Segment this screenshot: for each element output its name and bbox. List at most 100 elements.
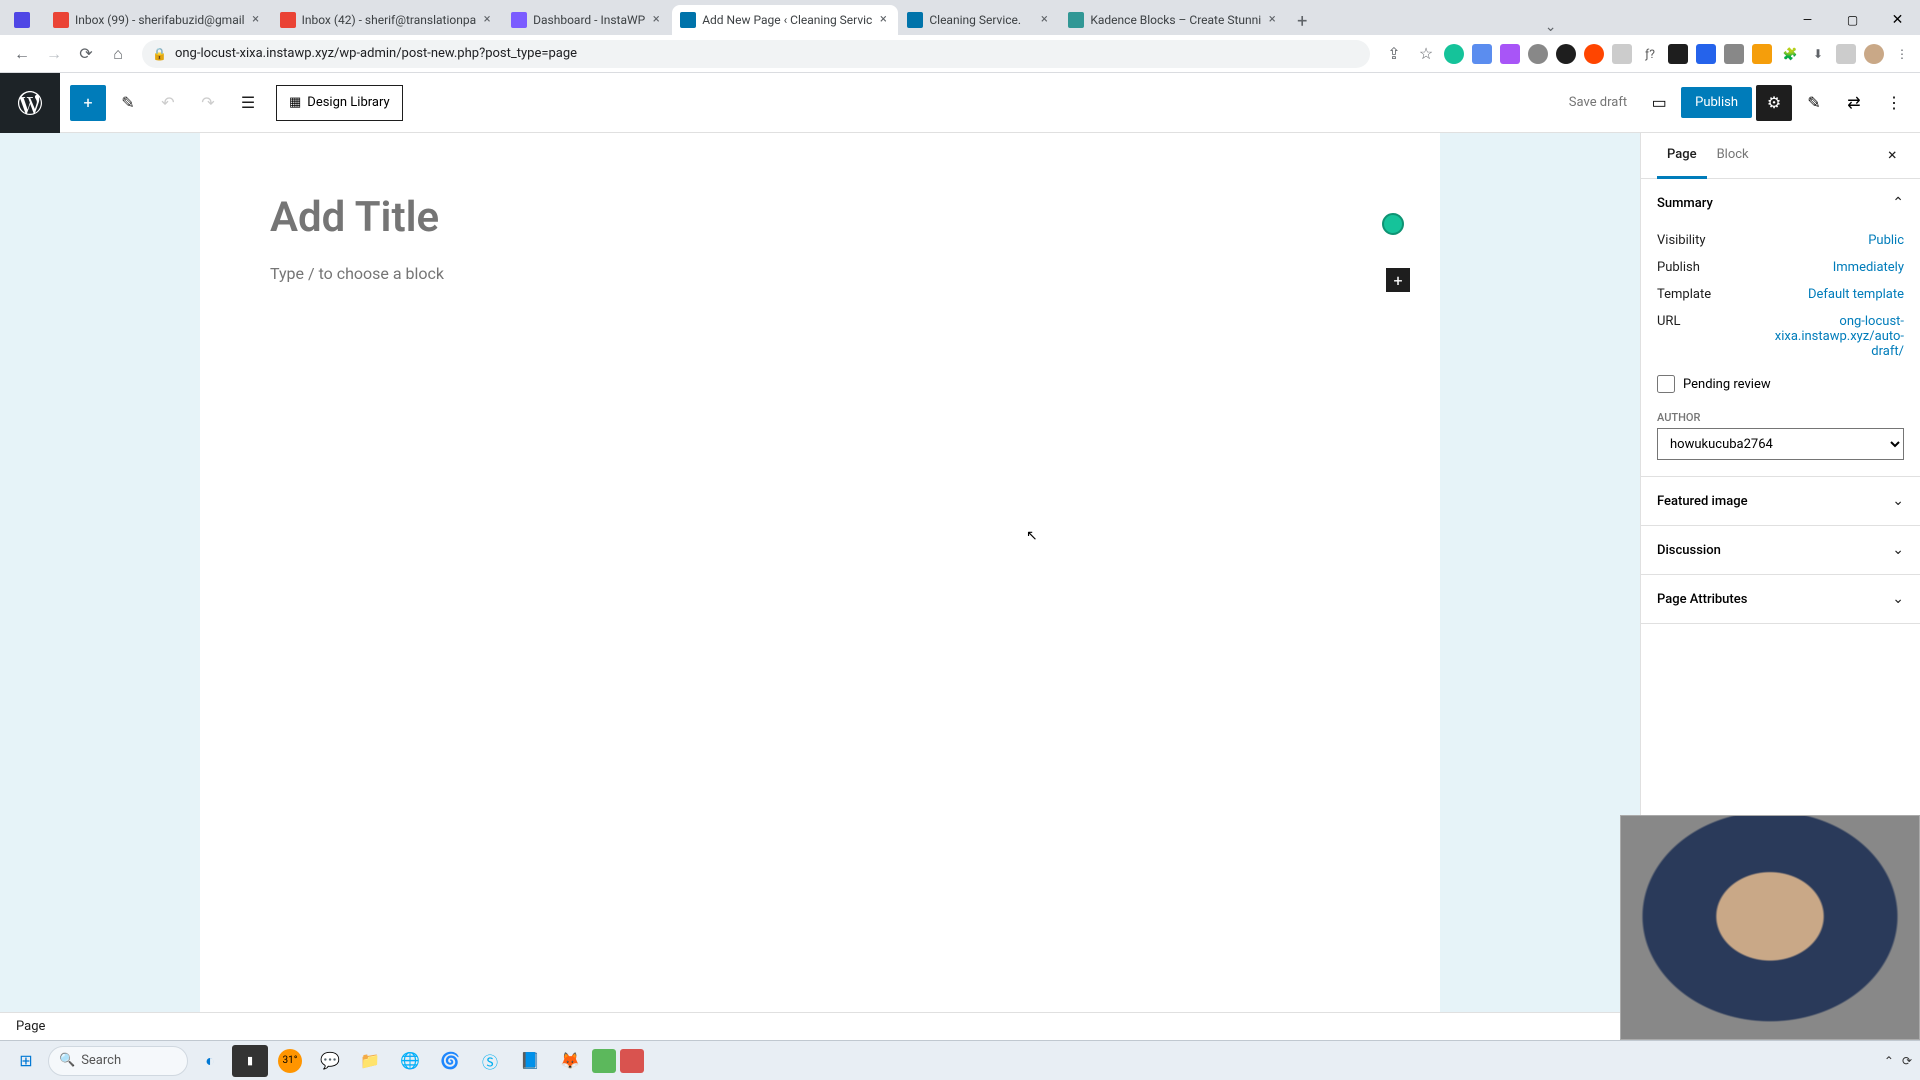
forward-button[interactable]: →	[40, 40, 68, 68]
extension-icon[interactable]	[1444, 44, 1464, 64]
close-icon[interactable]: ×	[1037, 13, 1051, 27]
profile-avatar-icon[interactable]	[1864, 44, 1884, 64]
tray-chevron-icon[interactable]: ⌃	[1884, 1054, 1894, 1068]
extension-icon[interactable]	[1724, 44, 1744, 64]
document-overview-button[interactable]: ☰	[230, 85, 266, 121]
extension-icon[interactable]	[1556, 44, 1576, 64]
home-button[interactable]: ⌂	[104, 40, 132, 68]
undo-button[interactable]: ↶	[150, 85, 186, 121]
redo-button[interactable]: ↷	[190, 85, 226, 121]
extension-icon[interactable]	[1500, 44, 1520, 64]
url-input[interactable]: 🔒 ong-locust-xixa.instawp.xyz/wp-admin/p…	[142, 40, 1370, 68]
taskbar-app-icon[interactable]	[592, 1049, 616, 1073]
extension-icon[interactable]	[1472, 44, 1492, 64]
bookmark-icon[interactable]: ☆	[1412, 40, 1440, 68]
options-button-icon[interactable]: ⇄	[1836, 85, 1872, 121]
browser-tab[interactable]: Inbox (99) - sherifabuzid@gmail ×	[45, 5, 271, 35]
publish-button[interactable]: Publish	[1681, 87, 1752, 118]
taskbar-app-icon[interactable]	[620, 1049, 644, 1073]
publish-value[interactable]: Immediately	[1833, 260, 1904, 275]
kadence-settings-button[interactable]: ✎	[1796, 85, 1832, 121]
tab-block[interactable]: Block	[1707, 133, 1759, 178]
window-close-button[interactable]: ✕	[1875, 5, 1920, 35]
discussion-toggle[interactable]: Discussion ⌄	[1641, 526, 1920, 574]
extension-icon[interactable]	[1668, 44, 1688, 64]
reload-button[interactable]: ⟳	[72, 40, 100, 68]
extension-icon[interactable]	[1528, 44, 1548, 64]
file-explorer-icon[interactable]: 📁	[352, 1045, 388, 1077]
search-icon: 🔍	[59, 1053, 75, 1068]
extension-icon[interactable]	[1584, 44, 1604, 64]
url-value[interactable]: ong-locust-xixa.instawp.xyz/auto-draft/	[1754, 314, 1904, 359]
grammarly-icon[interactable]	[1382, 213, 1404, 235]
author-label: AUTHOR	[1657, 411, 1904, 424]
extension-icon[interactable]	[1752, 44, 1772, 64]
add-block-button[interactable]: +	[1386, 268, 1410, 292]
tools-button[interactable]: ✎	[110, 85, 146, 121]
visibility-value[interactable]: Public	[1868, 233, 1904, 248]
breadcrumb-item[interactable]: Page	[16, 1019, 45, 1034]
taskbar-app-icon[interactable]: 31°	[272, 1045, 308, 1077]
browser-tab[interactable]	[8, 5, 44, 35]
windows-taskbar: ⊞ 🔍 Search ◐ ▮ 31° 💬 📁 🌐 🌀 Ⓢ 📘 🦊 ⌃ ⟳	[0, 1040, 1920, 1080]
chevron-down-icon: ⌄	[1892, 591, 1904, 607]
close-icon[interactable]: ×	[649, 13, 663, 27]
close-icon[interactable]: ×	[249, 13, 263, 27]
tray-sync-icon[interactable]: ⟳	[1902, 1054, 1912, 1068]
extension-icon[interactable]	[1696, 44, 1716, 64]
block-prompt[interactable]: Type / to choose a block	[270, 264, 1370, 283]
extension-icon[interactable]	[1612, 44, 1632, 64]
more-options-button[interactable]: ⋮	[1876, 85, 1912, 121]
tab-overflow-icon[interactable]: ⌄	[1536, 19, 1566, 35]
window-minimize-button[interactable]: —	[1785, 5, 1830, 35]
share-icon[interactable]: ⇪	[1380, 40, 1408, 68]
preview-button[interactable]: ▭	[1641, 85, 1677, 121]
chevron-up-icon: ⌃	[1892, 195, 1904, 211]
pending-review-checkbox[interactable]	[1657, 375, 1675, 393]
settings-toggle-button[interactable]: ⚙	[1756, 85, 1792, 121]
design-library-button[interactable]: ▦ Design Library	[276, 85, 403, 121]
extension-icon[interactable]: ƒ?	[1640, 44, 1660, 64]
chrome-icon[interactable]: 🌐	[392, 1045, 428, 1077]
new-tab-button[interactable]: +	[1288, 7, 1316, 35]
featured-image-toggle[interactable]: Featured image ⌄	[1641, 477, 1920, 525]
browser-tab[interactable]: Inbox (42) - sherif@translationpa ×	[272, 5, 503, 35]
editor-canvas[interactable]: Type / to choose a block + ↖	[0, 133, 1640, 1012]
toggle-inserter-button[interactable]: +	[70, 85, 106, 121]
edge-icon[interactable]: 🌀	[432, 1045, 468, 1077]
page-title-input[interactable]	[270, 193, 1370, 242]
tab-title: Add New Page ‹ Cleaning Servic	[702, 13, 872, 27]
skype-icon[interactable]: Ⓢ	[472, 1045, 508, 1077]
taskbar-app-icon[interactable]: 📘	[512, 1045, 548, 1077]
summary-panel-toggle[interactable]: Summary ⌃	[1641, 179, 1920, 227]
taskbar-search[interactable]: 🔍 Search	[48, 1046, 188, 1076]
back-button[interactable]: ←	[8, 40, 36, 68]
firefox-icon[interactable]: 🦊	[552, 1045, 588, 1077]
close-sidebar-button[interactable]: ×	[1888, 145, 1908, 165]
extensions-menu-icon[interactable]: 🧩	[1780, 44, 1800, 64]
author-select[interactable]: howukucuba2764	[1657, 428, 1904, 460]
wordpress-logo-button[interactable]	[0, 73, 60, 133]
tab-page[interactable]: Page	[1657, 133, 1707, 179]
page-attributes-toggle[interactable]: Page Attributes ⌄	[1641, 575, 1920, 623]
window-maximize-button[interactable]: ▢	[1830, 5, 1875, 35]
task-view-button[interactable]: ◐	[192, 1045, 228, 1077]
extension-icon[interactable]	[1836, 44, 1856, 64]
design-library-label: Design Library	[307, 95, 389, 110]
close-icon[interactable]: ×	[876, 13, 890, 27]
browser-tab-active[interactable]: Add New Page ‹ Cleaning Servic ×	[672, 5, 898, 35]
browser-menu-icon[interactable]: ⋮	[1892, 44, 1912, 64]
browser-tab[interactable]: Cleaning Service. ×	[899, 5, 1059, 35]
template-value[interactable]: Default template	[1808, 287, 1904, 302]
taskbar-app-icon[interactable]: ▮	[232, 1045, 268, 1077]
downloads-icon[interactable]: ⬇	[1808, 44, 1828, 64]
gmail-icon	[280, 12, 296, 28]
start-button[interactable]: ⊞	[8, 1045, 44, 1077]
close-icon[interactable]: ×	[1265, 13, 1279, 27]
taskbar-app-icon[interactable]: 💬	[312, 1045, 348, 1077]
tab-title: Inbox (42) - sherif@translationpa	[302, 13, 477, 27]
browser-tab[interactable]: Kadence Blocks – Create Stunni ×	[1060, 5, 1287, 35]
browser-tab[interactable]: Dashboard - InstaWP ×	[503, 5, 671, 35]
save-draft-button[interactable]: Save draft	[1559, 95, 1637, 110]
close-icon[interactable]: ×	[480, 13, 494, 27]
